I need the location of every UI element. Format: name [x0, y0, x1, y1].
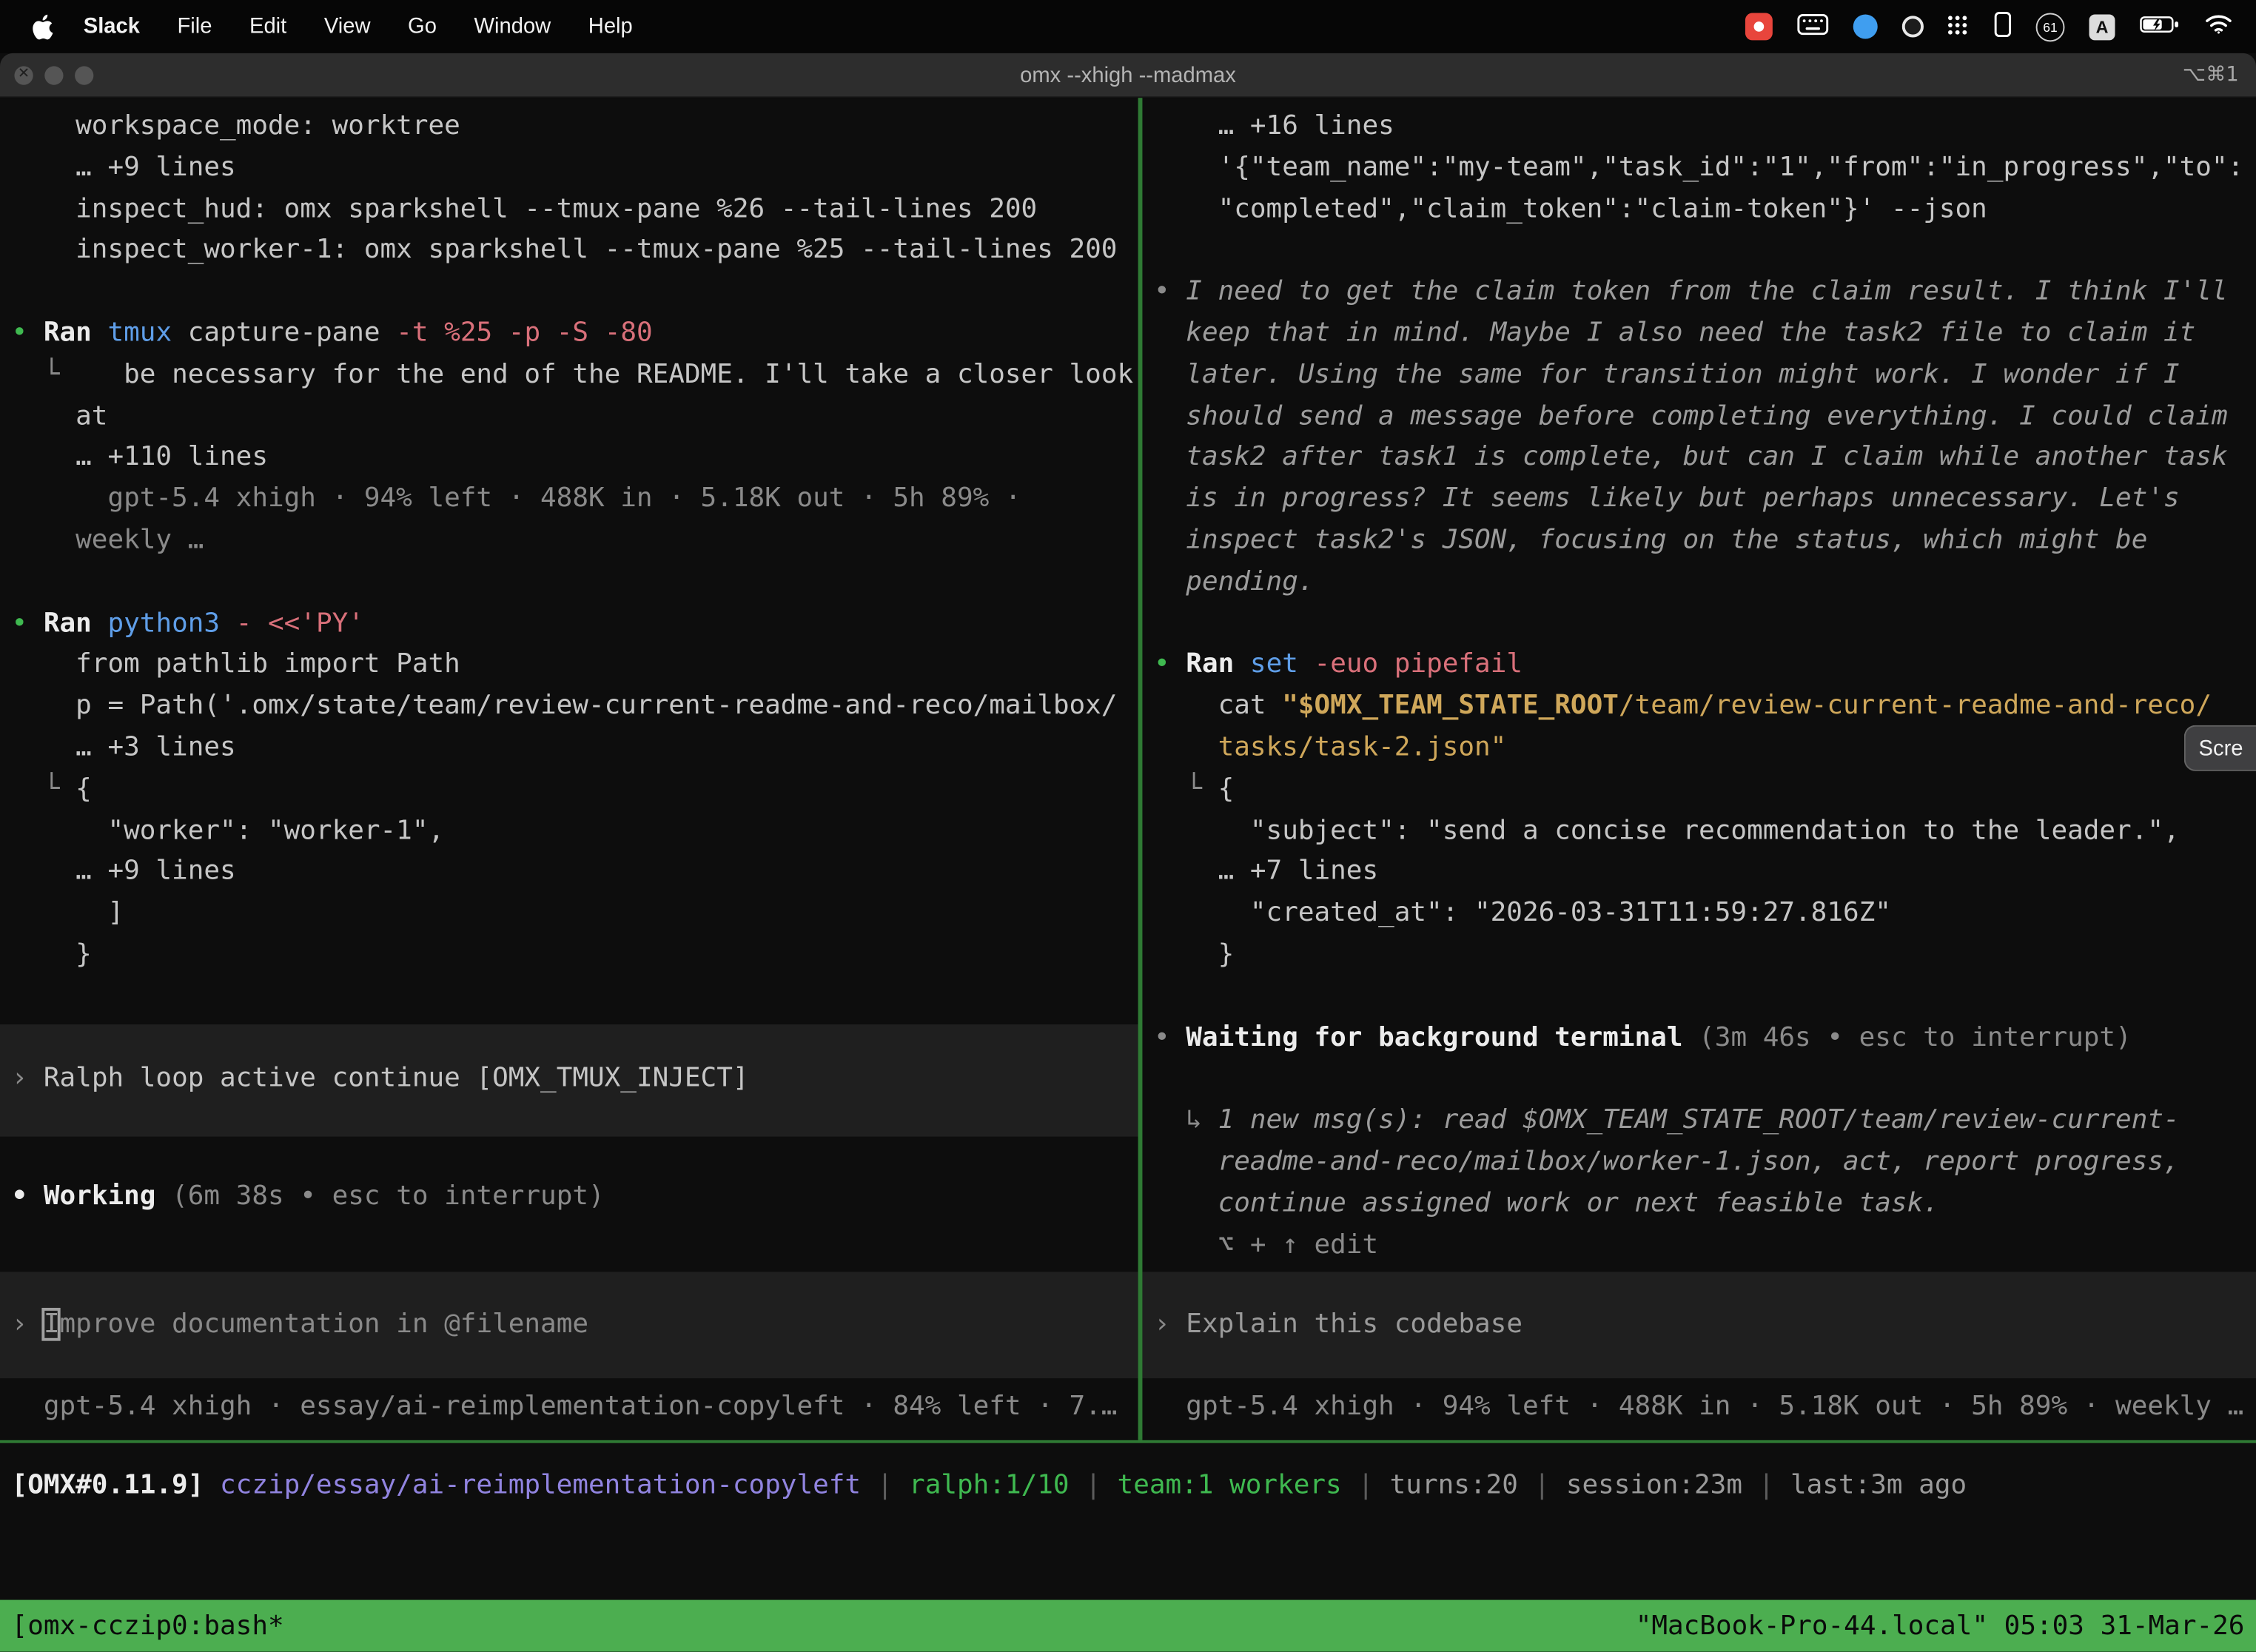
terminal-line: should send a message before completing …: [1142, 397, 2256, 438]
terminal-line: [1142, 1059, 2256, 1101]
terminal-line: inspect task2's JSON, focusing on the st…: [1142, 521, 2256, 563]
terminal-line: '{"team_name":"my-team","task_id":"1","f…: [1142, 148, 2256, 189]
tmux-session-label: [omx-cczip0:bash*: [12, 1611, 284, 1641]
terminal-line: • Ran set -euo pipefail: [1142, 645, 2256, 687]
terminal-line: "completed","claim_token":"claim-token"}…: [1142, 189, 2256, 231]
screen: Slack File Edit View Go Window Help 61 A: [0, 0, 2256, 1652]
window-title: omx --xhigh --madmax: [0, 63, 2256, 87]
battery-icon[interactable]: [2140, 13, 2180, 39]
terminal-line: ]: [0, 893, 1138, 935]
terminal-line: "created_at": "2026-03-31T11:59:27.816Z": [1142, 893, 2256, 935]
terminal-line: at: [0, 397, 1138, 438]
screen-recording-icon[interactable]: [1745, 13, 1773, 40]
terminal-line: • Waiting for background terminal (3m 46…: [1142, 1018, 2256, 1059]
screen-toast[interactable]: Scre: [2184, 725, 2256, 771]
terminal-line: • I need to get the claim token from the…: [1142, 272, 2256, 314]
tmux-host-clock: "MacBook-Pro-44.local" 05:03 31-Mar-26: [1636, 1611, 2245, 1641]
pane-bottom-border: [0, 1440, 2256, 1443]
window-shortcut-hint: ⌥⌘1: [2183, 64, 2239, 87]
terminal-line: gpt-5.4 xhigh · 94% left · 488K in · 5.1…: [0, 480, 1138, 521]
terminal-line: • Working (6m 38s • esc to interrupt): [0, 1178, 1138, 1219]
menu-bar-status-icons: 61 A: [1745, 11, 2256, 43]
menu-edit[interactable]: Edit: [231, 14, 306, 38]
terminal-line: inspect_worker-1: omx sparkshell --tmux-…: [0, 231, 1138, 272]
terminal-line: └ be necessary for the end of the README…: [0, 355, 1138, 397]
terminal-line: • Ran tmux capture-pane -t %25 -p -S -80: [0, 314, 1138, 355]
left-terminal-pane[interactable]: workspace_mode: worktree … +9 lines insp…: [0, 98, 1138, 1440]
terminal-panes: workspace_mode: worktree … +9 lines insp…: [0, 98, 2256, 1440]
app-status-icon[interactable]: [1853, 14, 1878, 38]
close-button[interactable]: ✕: [14, 65, 33, 84]
wifi-icon[interactable]: [2204, 13, 2233, 40]
terminal-line: [0, 272, 1138, 314]
terminal-line: p = Path('.omx/state/team/review-current…: [0, 687, 1138, 728]
record-ring-icon[interactable]: [1902, 16, 1924, 37]
terminal-line: }: [1142, 935, 2256, 976]
terminal-line: pending.: [1142, 563, 2256, 604]
terminal-line: ↳ 1 new msg(s): read $OMX_TEAM_STATE_ROO…: [1142, 1101, 2256, 1142]
terminal-line: inspect_hud: omx sparkshell --tmux-pane …: [0, 189, 1138, 231]
terminal-line: gpt-5.4 xhigh · 94% left · 488K in · 5.1…: [1142, 1388, 2256, 1429]
terminal-line: [0, 1136, 1138, 1178]
menu-bar-left: Slack File Edit View Go Window Help: [0, 13, 651, 39]
prompt-input[interactable]: › Improve documentation in @filename: [0, 1272, 1138, 1379]
keyboard-icon[interactable]: [1797, 13, 1829, 41]
terminal-line: tasks/task-2.json": [1142, 728, 2256, 770]
apple-menu-icon[interactable]: [32, 13, 53, 39]
minimize-button[interactable]: [44, 65, 63, 84]
terminal-line: is in progress? It seems likely but perh…: [1142, 480, 2256, 521]
menu-file[interactable]: File: [158, 14, 231, 38]
terminal-line: … +7 lines: [1142, 852, 2256, 893]
dots-grid-icon[interactable]: [1948, 16, 1970, 37]
terminal-line: "worker": "worker-1",: [0, 810, 1138, 852]
terminal-line: • Ran python3 - <<'PY': [0, 604, 1138, 645]
terminal-line: cat "$OMX_TEAM_STATE_ROOT/team/review-cu…: [1142, 687, 2256, 728]
input-source-icon[interactable]: A: [2089, 13, 2115, 39]
menu-help[interactable]: Help: [570, 14, 652, 38]
prompt-suggestion[interactable]: › Explain this codebase: [1142, 1272, 2256, 1379]
terminal-line: … +3 lines: [0, 728, 1138, 770]
terminal-line: [1142, 976, 2256, 1018]
traffic-lights: ✕: [14, 53, 93, 96]
terminal-line: "subject": "send a concise recommendatio…: [1142, 810, 2256, 852]
ralph-loop-banner[interactable]: › Ralph loop active continue [OMX_TMUX_I…: [0, 1024, 1138, 1136]
terminal-line: continue assigned work or next feasible …: [1142, 1183, 2256, 1225]
terminal-line: later. Using the same for transition mig…: [1142, 355, 2256, 397]
terminal-line: keep that in mind. Maybe I also need the…: [1142, 314, 2256, 355]
battery-percent-badge[interactable]: 61: [2036, 13, 2065, 41]
omx-status-line: [OMX#0.11.9] cczip/essay/ai-reimplementa…: [0, 1466, 2256, 1508]
menu-app-name[interactable]: Slack: [64, 14, 158, 38]
terminal-line: readme-and-reco/mailbox/worker-1.json, a…: [1142, 1142, 2256, 1183]
terminal-line: └ {: [1142, 769, 2256, 810]
menu-view[interactable]: View: [306, 14, 389, 38]
terminal-line: … +9 lines: [0, 148, 1138, 189]
terminal-line: └ {: [0, 769, 1138, 810]
terminal-line: [1142, 604, 2256, 645]
zoom-button[interactable]: [75, 65, 93, 84]
screen-toast-label: Scre: [2199, 736, 2243, 760]
terminal-line: … +110 lines: [0, 438, 1138, 480]
window-titlebar[interactable]: ✕ omx --xhigh --madmax ⌥⌘1: [0, 53, 2256, 98]
terminal-line: task2 after task1 is complete, but can I…: [1142, 438, 2256, 480]
terminal-line: … +16 lines: [1142, 107, 2256, 148]
terminal-line: … +9 lines: [0, 852, 1138, 893]
menu-window[interactable]: Window: [455, 14, 569, 38]
menu-go[interactable]: Go: [389, 14, 455, 38]
terminal-line: workspace_mode: worktree: [0, 107, 1138, 148]
terminal-line: [0, 976, 1138, 1018]
right-terminal-pane[interactable]: … +16 lines '{"team_name":"my-team","tas…: [1142, 98, 2256, 1440]
phone-mirroring-icon[interactable]: [1994, 11, 2011, 43]
terminal-line: weekly …: [0, 521, 1138, 563]
terminal-line: }: [0, 935, 1138, 976]
terminal-line: from pathlib import Path: [0, 645, 1138, 687]
terminal-line: ⌥ + ↑ edit: [1142, 1225, 2256, 1266]
terminal-line: [0, 563, 1138, 604]
terminal-line: gpt-5.4 xhigh · essay/ai-reimplementatio…: [0, 1387, 1138, 1428]
terminal-line: [1142, 231, 2256, 272]
menu-bar: Slack File Edit View Go Window Help 61 A: [0, 0, 2256, 53]
tmux-status-bar: [omx-cczip0:bash* "MacBook-Pro-44.local"…: [0, 1600, 2256, 1652]
